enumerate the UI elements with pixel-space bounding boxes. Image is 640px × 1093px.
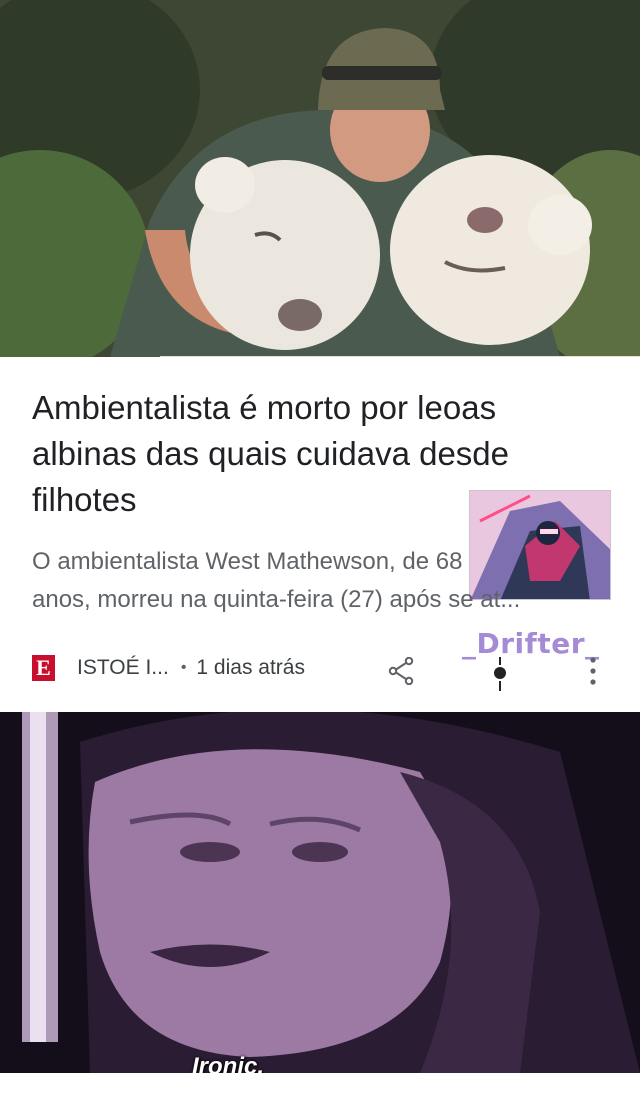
published-time: 1 dias atrás	[196, 656, 305, 679]
snippet-line-2: anos, morreu na quinta-feira (27) após s…	[32, 586, 521, 613]
article-meta: E ISTOÉ I... • 1 dias atrás	[32, 653, 305, 683]
meme-photo: Ironic.	[0, 712, 640, 1073]
source-logo-icon: E	[32, 655, 55, 681]
bottom-margin	[0, 1073, 640, 1093]
meta-separator: •	[180, 659, 187, 676]
snippet-line-1: O ambientalista West Mathewson, de 68	[32, 548, 463, 575]
news-card[interactable]: Ambientalista é morto por leoas albinas …	[0, 357, 640, 712]
watermark-pin-icon	[494, 657, 506, 691]
meme-illustration	[0, 712, 640, 1073]
source-name[interactable]: ISTOÉ I...	[77, 656, 169, 680]
article-photo-illustration	[0, 0, 640, 357]
meme-caption: Ironic.	[192, 1053, 265, 1073]
article-photo[interactable]	[0, 0, 640, 357]
drifter-watermark: _Drifter_	[462, 627, 600, 660]
share-icon[interactable]	[388, 657, 414, 685]
article-snippet: O ambientalista West Mathewson, de 68 an…	[32, 543, 632, 619]
more-vert-icon[interactable]	[588, 656, 598, 686]
